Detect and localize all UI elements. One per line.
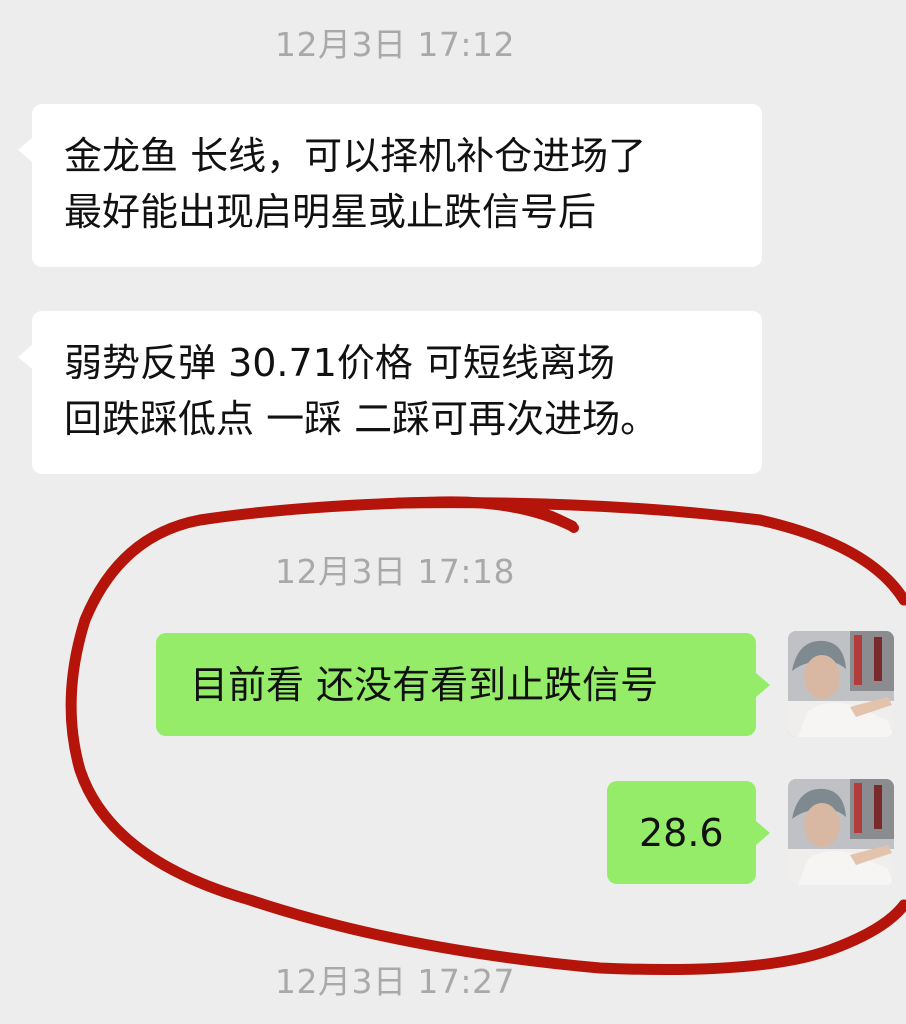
outgoing-message-bubble[interactable]: 28.6 [607, 781, 770, 884]
message-line: 金龙鱼 长线，可以择机补仓进场了 [64, 134, 647, 178]
message-line: 目前看 还没有看到止跌信号 [190, 663, 659, 707]
avatar[interactable] [788, 779, 894, 885]
message-line: 28.6 [639, 811, 724, 855]
timestamp: 12月3日 17:12 [274, 25, 516, 64]
timestamp: 12月3日 17:18 [274, 552, 516, 591]
user-photo-avatar-icon [788, 779, 894, 885]
message-line: 弱势反弹 30.71价格 可短线离场 [64, 341, 615, 385]
avatar[interactable] [788, 631, 894, 737]
incoming-message-bubble[interactable]: 金龙鱼 长线，可以择机补仓进场了 最好能出现启明星或止跌信号后 [18, 104, 762, 267]
message-line: 回跌踩低点 一踩 二踩可再次进场。 [64, 397, 659, 441]
outgoing-message-bubble[interactable]: 目前看 还没有看到止跌信号 [156, 633, 770, 736]
timestamp: 12月3日 17:27 [274, 962, 516, 1001]
incoming-message-bubble[interactable]: 弱势反弹 30.71价格 可短线离场 回跌踩低点 一踩 二踩可再次进场。 [18, 311, 762, 474]
user-photo-avatar-icon [788, 631, 894, 737]
message-line: 最好能出现启明星或止跌信号后 [64, 190, 597, 234]
